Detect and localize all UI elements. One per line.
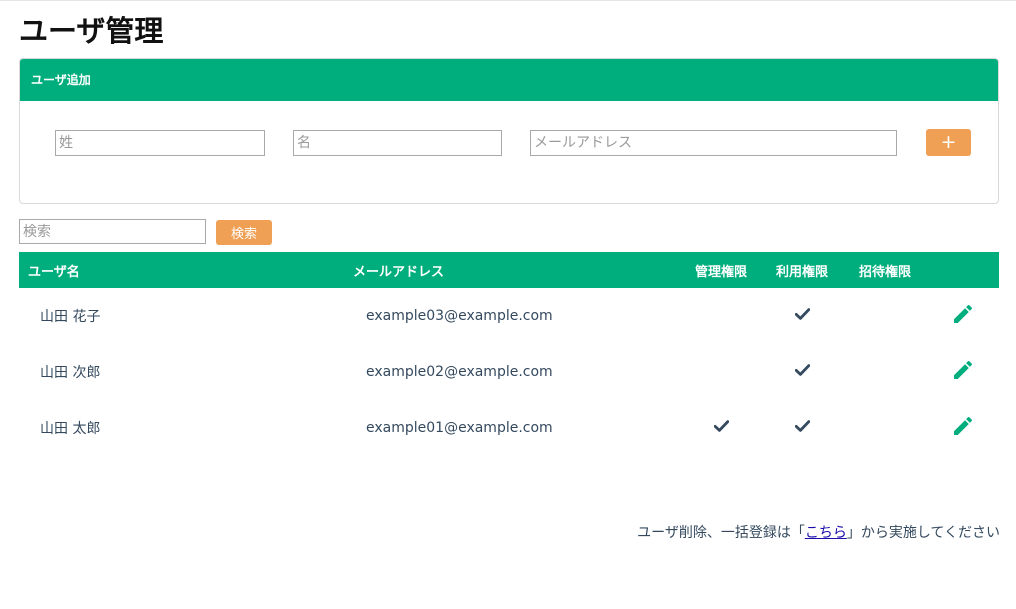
add-user-panel-header: ユーザ追加 [20, 59, 998, 101]
user-name-cell: 山田 太郎 [40, 421, 101, 437]
admin-permission-cell [681, 288, 761, 344]
add-user-panel: ユーザ追加 + [19, 58, 999, 204]
email-input[interactable] [530, 130, 897, 156]
use-permission-cell [761, 288, 843, 344]
column-header-email: メールアドレス [353, 264, 445, 280]
admin-permission-cell [681, 344, 761, 400]
footer-note-prefix: ユーザ削除、一括登録は「 [637, 525, 805, 541]
user-name-cell: 山田 花子 [40, 309, 101, 325]
users-table: ユーザ名 メールアドレス 管理権限 利用権限 招待権限 山田 花子 example… [19, 252, 999, 456]
last-name-input[interactable] [55, 130, 265, 156]
edit-pencil-icon[interactable] [951, 358, 975, 386]
table-header-row: ユーザ名 メールアドレス 管理権限 利用権限 招待権限 [19, 252, 999, 288]
footer-note: ユーザ削除、一括登録は「こちら」から実施してください [637, 522, 1000, 542]
column-header-invite: 招待権限 [858, 264, 911, 280]
user-email-cell: example02@example.com [366, 364, 553, 380]
add-user-button[interactable]: + [926, 129, 971, 156]
table-row: 山田 次郎 example02@example.com [19, 344, 999, 400]
use-permission-cell [761, 344, 843, 400]
invite-permission-cell [843, 344, 927, 400]
edit-pencil-icon[interactable] [951, 414, 975, 442]
first-name-input[interactable] [293, 130, 502, 156]
check-icon [794, 420, 810, 436]
page-title: ユーザ管理 [19, 14, 164, 48]
check-icon [713, 420, 729, 436]
search-button[interactable]: 検索 [216, 220, 272, 245]
use-permission-cell [761, 400, 843, 456]
footer-note-suffix: 」から実施してください [846, 525, 1000, 541]
invite-permission-cell [843, 288, 927, 344]
admin-permission-cell [681, 400, 761, 456]
table-row: 山田 花子 example03@example.com [19, 288, 999, 344]
invite-permission-cell [843, 400, 927, 456]
column-header-admin: 管理権限 [694, 264, 747, 280]
column-header-edit [927, 252, 999, 288]
edit-cell [927, 400, 999, 456]
edit-cell [927, 288, 999, 344]
column-header-use: 利用権限 [775, 264, 828, 280]
table-row: 山田 太郎 example01@example.com [19, 400, 999, 456]
bulk-registration-link[interactable]: こちら [805, 525, 847, 541]
edit-cell [927, 344, 999, 400]
user-name-cell: 山田 次郎 [40, 365, 101, 381]
check-icon [794, 308, 810, 324]
column-header-username: ユーザ名 [28, 264, 80, 280]
user-email-cell: example03@example.com [366, 308, 553, 324]
check-icon [794, 364, 810, 380]
top-divider [0, 0, 1016, 1]
search-input[interactable] [19, 219, 206, 244]
user-email-cell: example01@example.com [366, 420, 553, 436]
edit-pencil-icon[interactable] [951, 302, 975, 330]
